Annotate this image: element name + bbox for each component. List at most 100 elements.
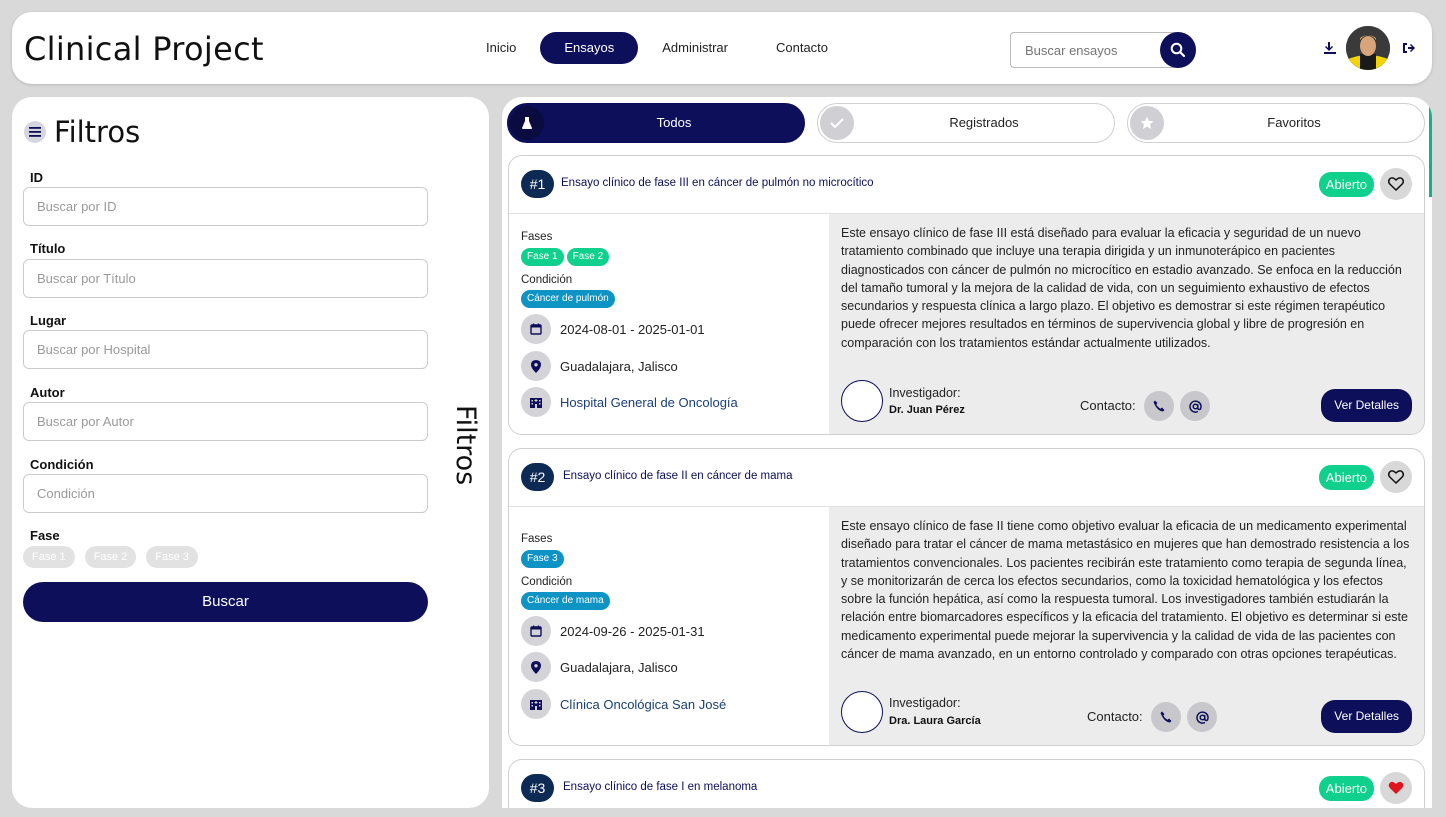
author-label: Autor — [30, 385, 65, 400]
trial-tabs: Todos Registrados Favoritos — [507, 103, 1425, 143]
trial-location: Guadalajara, Jalisco — [560, 358, 678, 374]
email-button[interactable] — [1180, 391, 1210, 421]
logout-icon[interactable] — [1400, 40, 1416, 56]
search-input[interactable] — [1011, 33, 1157, 67]
location-row: Guadalajara, Jalisco — [521, 652, 678, 682]
heart-filled-icon — [1388, 781, 1404, 794]
investigator-label: Investigador: — [889, 386, 961, 400]
condition-label: Condición — [521, 576, 573, 588]
location-pin-icon — [521, 652, 551, 682]
search-box — [1010, 32, 1196, 68]
phone-icon — [1153, 400, 1165, 412]
trial-dates: 2024-08-01 - 2025-01-01 — [560, 321, 705, 337]
hospital-row[interactable]: Hospital General de Oncología — [521, 387, 738, 417]
trial-location: Guadalajara, Jalisco — [560, 659, 678, 675]
date-row: 2024-08-01 - 2025-01-01 — [521, 314, 705, 344]
tab-label: Favoritos — [1267, 115, 1321, 130]
condition-chips: Cáncer de mama — [521, 592, 610, 610]
collapse-filters-toggle[interactable]: Filtros — [450, 377, 481, 527]
phase-label: Fase — [30, 528, 60, 543]
contact-label: Contacto: — [1087, 709, 1143, 724]
trial-details: Este ensayo clínico de fase III está dis… — [829, 214, 1424, 434]
id-input[interactable] — [23, 187, 428, 226]
trial-description: Este ensayo clínico de fase III está dis… — [841, 226, 1402, 350]
title-label: Título — [30, 241, 66, 256]
phases-label: Fases — [521, 533, 553, 545]
phone-button[interactable] — [1151, 702, 1181, 732]
heart-icon — [1388, 470, 1404, 484]
menu-icon[interactable] — [24, 121, 46, 143]
trial-details: Este ensayo clínico de fase II tiene com… — [829, 507, 1424, 745]
tab-favoritos[interactable]: Favoritos — [1127, 103, 1425, 143]
investigator-avatar — [841, 380, 883, 422]
trial-title[interactable]: Ensayo clínico de fase II en cáncer de m… — [563, 470, 792, 482]
location-row: Guadalajara, Jalisco — [521, 351, 678, 381]
filters-title: Filtros — [54, 115, 141, 149]
condition-label: Condición — [30, 457, 94, 472]
download-icon[interactable] — [1322, 40, 1338, 56]
view-details-button[interactable]: Ver Detalles — [1321, 700, 1412, 733]
phase-chip: Fase 1 — [521, 248, 564, 266]
phase-chips: Fase 3 — [521, 550, 564, 568]
status-badge: Abierto — [1318, 776, 1374, 801]
condition-chip: Cáncer de pulmón — [521, 290, 615, 308]
phase-chip-3[interactable]: Fase 3 — [146, 546, 198, 568]
place-input[interactable] — [23, 330, 428, 369]
calendar-icon — [521, 314, 551, 344]
trial-description: Este ensayo clínico de fase II tiene com… — [841, 519, 1410, 662]
investigator-name: Dra. Laura García — [889, 715, 981, 727]
heart-icon — [1388, 177, 1404, 191]
favorite-button[interactable] — [1380, 461, 1412, 493]
trial-number: #3 — [521, 774, 554, 802]
hospital-row[interactable]: Clínica Oncológica San José — [521, 689, 726, 719]
contact-label: Contacto: — [1080, 398, 1136, 413]
nav-inicio[interactable]: Inicio — [462, 32, 540, 64]
user-avatar[interactable] — [1346, 26, 1390, 70]
condition-label: Condición — [521, 274, 573, 286]
condition-chips: Cáncer de pulmón — [521, 290, 615, 308]
phase-chips: Fase 1 Fase 2 — [521, 248, 610, 266]
scrollbar-thumb[interactable] — [1429, 97, 1432, 197]
hospital-icon — [521, 689, 551, 719]
search-icon — [1170, 42, 1186, 58]
title-input[interactable] — [23, 259, 428, 298]
view-details-button[interactable]: Ver Detalles — [1321, 389, 1412, 422]
nav-contacto[interactable]: Contacto — [752, 32, 852, 64]
nav-administrar[interactable]: Administrar — [638, 32, 752, 64]
trial-card: #3 Ensayo clínico de fase I en melanoma … — [508, 759, 1425, 808]
author-input[interactable] — [23, 402, 428, 441]
nav-ensayos[interactable]: Ensayos — [540, 32, 639, 64]
search-button[interactable] — [1160, 32, 1196, 68]
trial-title[interactable]: Ensayo clínico de fase I en melanoma — [563, 781, 757, 793]
investigator-avatar — [841, 691, 883, 733]
filters-panel: Filtros ID Título Lugar Autor Condición … — [12, 97, 489, 808]
trial-card: #1 Ensayo clínico de fase III en cáncer … — [508, 155, 1425, 435]
favorite-button[interactable] — [1380, 168, 1412, 200]
tab-label: Registrados — [949, 115, 1019, 130]
phase-chip-2[interactable]: Fase 2 — [84, 546, 137, 568]
tab-label: Todos — [656, 115, 692, 130]
phase-chip-1[interactable]: Fase 1 — [23, 546, 75, 568]
trials-panel: Todos Registrados Favoritos #1 Ensayo cl… — [502, 97, 1432, 808]
favorite-button[interactable] — [1380, 772, 1412, 804]
trial-dates: 2024-09-26 - 2025-01-31 — [560, 623, 705, 639]
vertical-filters-label: Filtros — [450, 405, 481, 486]
trial-info: Fases Fase 3 Condición Cáncer de mama 20… — [509, 507, 829, 745]
search-filters-button[interactable]: Buscar — [23, 582, 428, 622]
status-badge: Abierto — [1318, 172, 1374, 197]
phase-chip: Fase 2 — [566, 248, 610, 266]
star-icon — [1130, 106, 1164, 140]
tab-todos[interactable]: Todos — [507, 103, 805, 143]
trial-hospital[interactable]: Clínica Oncológica San José — [560, 697, 726, 712]
tab-registrados[interactable]: Registrados — [817, 103, 1115, 143]
app-logo[interactable]: Clinical Project — [24, 30, 264, 68]
email-button[interactable] — [1187, 702, 1217, 732]
phone-button[interactable] — [1144, 391, 1174, 421]
flask-icon — [510, 106, 544, 140]
trial-number: #1 — [521, 170, 554, 198]
trial-hospital[interactable]: Hospital General de Oncología — [560, 395, 738, 410]
trial-title[interactable]: Ensayo clínico de fase III en cáncer de … — [561, 177, 874, 189]
condition-input[interactable] — [23, 474, 428, 513]
hospital-icon — [521, 387, 551, 417]
condition-chip: Cáncer de mama — [521, 592, 610, 610]
